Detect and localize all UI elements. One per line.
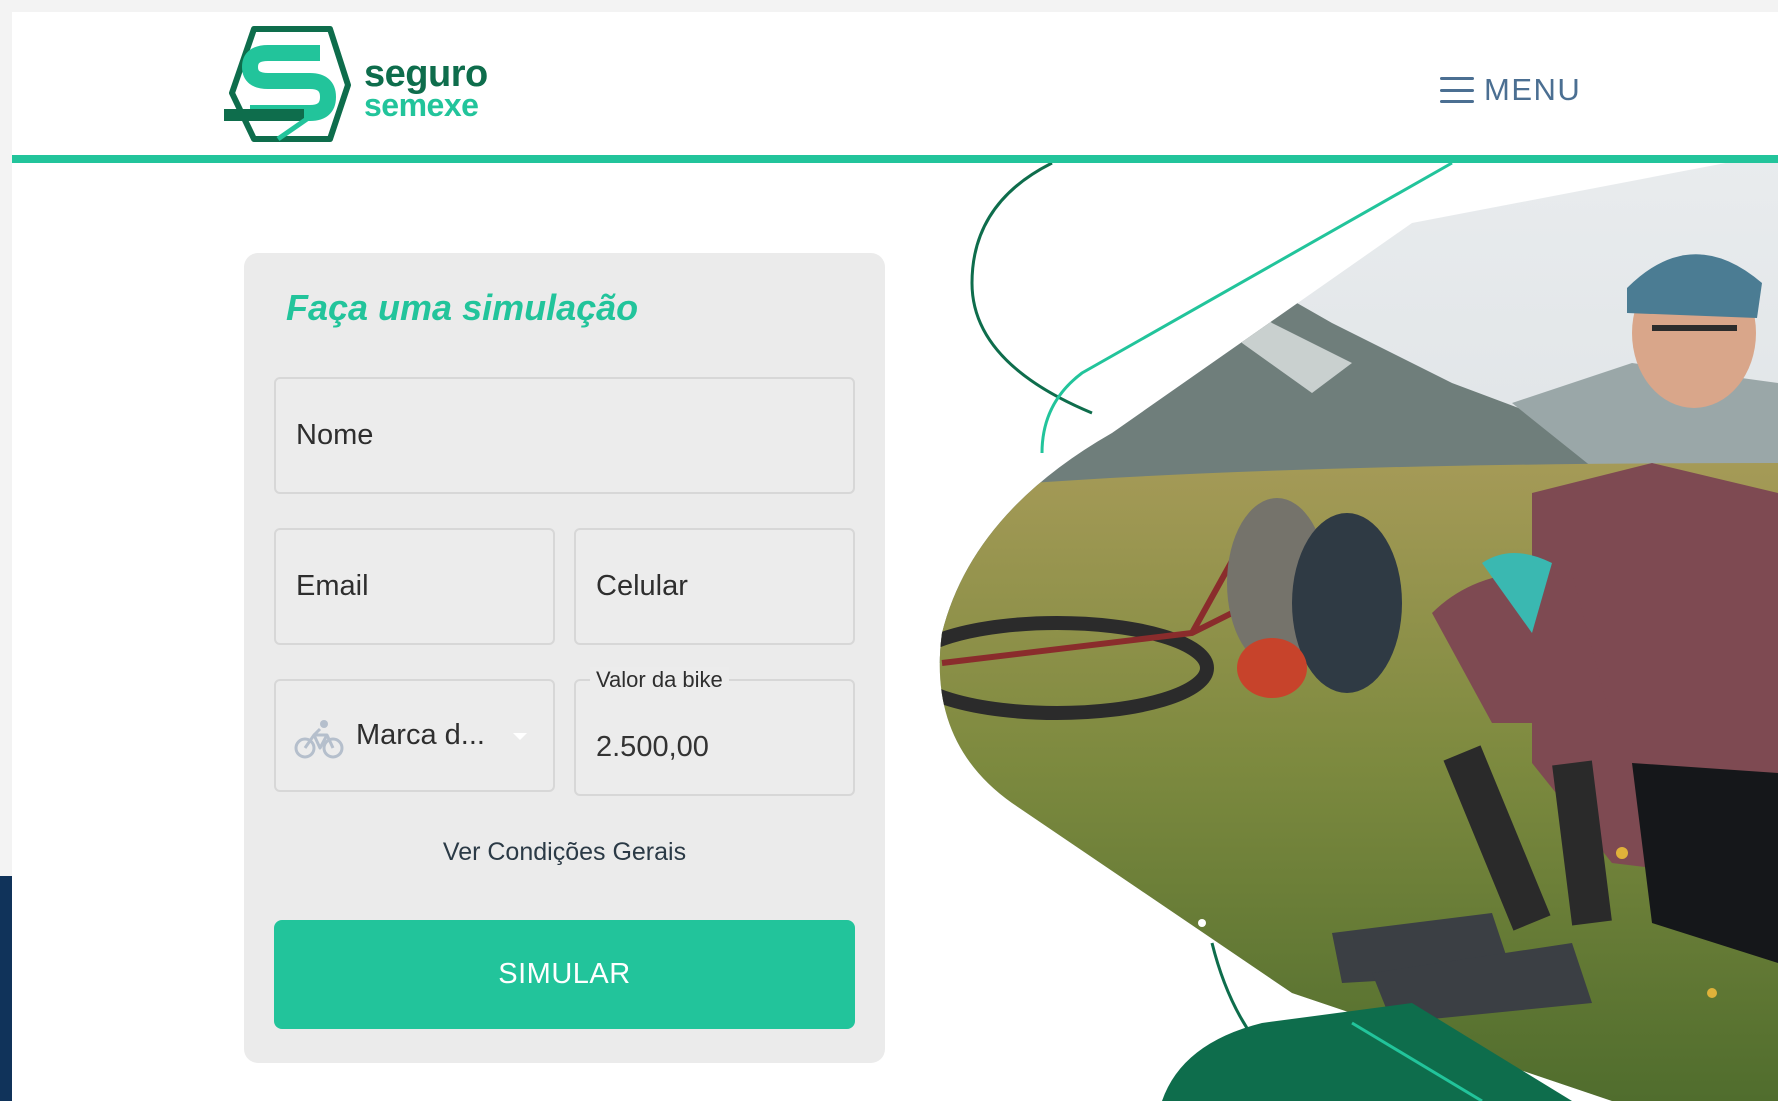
nome-input[interactable]	[296, 379, 833, 492]
menu-button[interactable]: MENU	[1440, 70, 1581, 110]
chevron-down-icon	[513, 733, 527, 740]
nome-field[interactable]	[274, 377, 855, 494]
bicycle-icon	[294, 720, 344, 759]
page: seguro semexe MENU Faça uma simulação No…	[12, 12, 1778, 1101]
cyclist-photo	[939, 163, 1778, 1101]
marca-select[interactable]: Marca d...	[274, 679, 555, 792]
form-title: Faça uma simulação	[286, 287, 639, 328]
logo-mark-icon	[224, 26, 351, 142]
side-panel-edge	[0, 876, 12, 1101]
celular-input[interactable]	[596, 530, 833, 643]
logo[interactable]: seguro semexe	[224, 25, 524, 143]
marca-selected-value: Marca d...	[356, 719, 485, 751]
email-input[interactable]	[296, 530, 533, 643]
celular-field[interactable]	[574, 528, 855, 645]
valor-label: Valor da bike	[590, 667, 729, 693]
conditions-link[interactable]: Ver Condições Gerais	[244, 838, 885, 867]
menu-label: MENU	[1484, 72, 1582, 107]
valor-input[interactable]	[596, 691, 833, 804]
header-divider	[12, 155, 1778, 163]
logo-text-semexe: semexe	[364, 87, 479, 123]
hamburger-icon	[1440, 75, 1474, 105]
valor-field[interactable]: Valor da bike	[574, 667, 855, 804]
site-header: seguro semexe MENU	[12, 12, 1778, 162]
email-field[interactable]	[274, 528, 555, 645]
simular-button[interactable]: SIMULAR	[274, 920, 855, 1029]
simulation-form: Faça uma simulação Marca d... Valor da b…	[244, 253, 885, 1063]
